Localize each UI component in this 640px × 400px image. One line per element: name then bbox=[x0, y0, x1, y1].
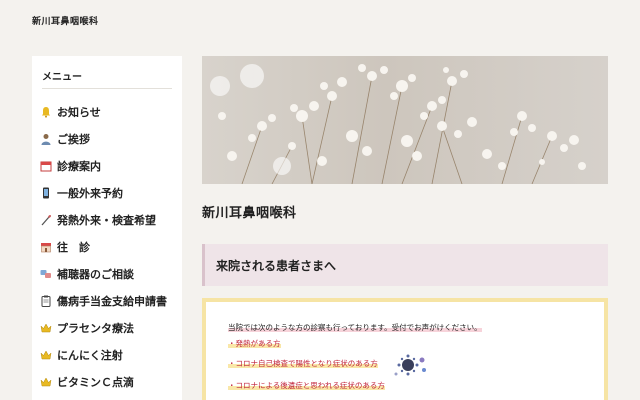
sidebar-item-greeting[interactable]: ご挨拶 bbox=[40, 129, 180, 149]
sidebar-item-label: プラセンタ療法 bbox=[57, 322, 134, 335]
notice-heading-bar: 来院される患者さまへ bbox=[202, 244, 608, 286]
sidebar-item-label: 傷病手当金支給申請書 bbox=[57, 295, 167, 308]
sidebar-item-vitamin-c[interactable]: ビタミンＣ点滴 bbox=[40, 372, 180, 392]
sidebar-item-label: 往 診 bbox=[57, 241, 90, 254]
sidebar-item-clinic-info[interactable]: 診療案内 bbox=[40, 156, 180, 176]
sidebar-item-placenta[interactable]: プラセンタ療法 bbox=[40, 318, 180, 338]
swab-icon bbox=[40, 213, 52, 227]
notice-heading: 来院される患者さまへ bbox=[216, 259, 337, 273]
crown-icon bbox=[40, 375, 52, 389]
crown-icon bbox=[40, 348, 52, 362]
sidebar-item-garlic-injection[interactable]: にんにく注射 bbox=[40, 345, 180, 365]
sidebar-item-label: お知らせ bbox=[57, 106, 101, 119]
info-box: 当院では次のような方の診察も行っております。受付でお声がけください。 ・発熱があ… bbox=[202, 298, 608, 400]
calendar-icon bbox=[40, 159, 52, 173]
info-item: ・コロナ自己検査で陽性となり症状のある方 bbox=[226, 358, 380, 369]
sidebar-item-news[interactable]: お知らせ bbox=[40, 102, 180, 122]
sidebar-item-label: 診療案内 bbox=[57, 160, 101, 173]
sidebar-item-label: 一般外来予約 bbox=[57, 187, 123, 200]
hero-image bbox=[202, 56, 608, 184]
info-item-text: ・コロナによる後遺症と思われる症状のある方 bbox=[228, 381, 385, 390]
sidebar-item-sickness-allowance[interactable]: 傷病手当金支給申請書 bbox=[40, 291, 180, 311]
info-intro-text: 当院では次のような方の診察も行っております。受付でお声がけください。 bbox=[228, 323, 482, 332]
info-item-text: ・コロナ自己検査で陽性となり症状のある方 bbox=[228, 359, 378, 368]
crown-icon bbox=[40, 321, 52, 335]
sidebar-item-fever-clinic[interactable]: 発熱外来・検査希望 bbox=[40, 210, 180, 230]
sidebar-item-home-visit[interactable]: 往 診 bbox=[40, 237, 180, 257]
bell-icon bbox=[40, 105, 52, 119]
virus-illustration bbox=[394, 354, 426, 376]
sidebar-item-label: 発熱外来・検査希望 bbox=[57, 214, 156, 227]
menu-heading: メニュー bbox=[42, 72, 82, 83]
sidebar-item-label: 補聴器のご相談 bbox=[57, 268, 134, 281]
info-item: ・コロナによる後遺症と思われる症状のある方 bbox=[226, 380, 387, 391]
info-item-text: ・発熱がある方 bbox=[228, 339, 281, 348]
site-title[interactable]: 新川耳鼻咽喉科 bbox=[32, 14, 99, 27]
info-intro: 当院では次のような方の診察も行っております。受付でお声がけください。 bbox=[226, 322, 484, 333]
clinic-title: 新川耳鼻咽喉科 bbox=[202, 206, 297, 221]
sidebar-item-label: ビタミンＣ点滴 bbox=[57, 376, 134, 389]
sidebar-item-label: ご挨拶 bbox=[57, 133, 90, 146]
sidebar-item-label: にんにく注射 bbox=[57, 349, 123, 362]
clipboard-icon bbox=[40, 294, 52, 308]
sidebar-menu: メニュー お知らせ ご挨拶 診療案内 一般外来予約 発熱外来・検査希望 往 診 … bbox=[32, 56, 182, 400]
house-icon bbox=[40, 240, 52, 254]
sidebar-item-appointment[interactable]: 一般外来予約 bbox=[40, 183, 180, 203]
phone-icon bbox=[40, 186, 52, 200]
notice-accent bbox=[202, 244, 205, 286]
doctor-icon bbox=[40, 132, 52, 146]
hearing-aid-icon bbox=[40, 267, 52, 281]
sidebar-item-hearing-aid[interactable]: 補聴器のご相談 bbox=[40, 264, 180, 284]
menu-divider bbox=[42, 88, 172, 89]
info-item: ・発熱がある方 bbox=[226, 338, 283, 349]
